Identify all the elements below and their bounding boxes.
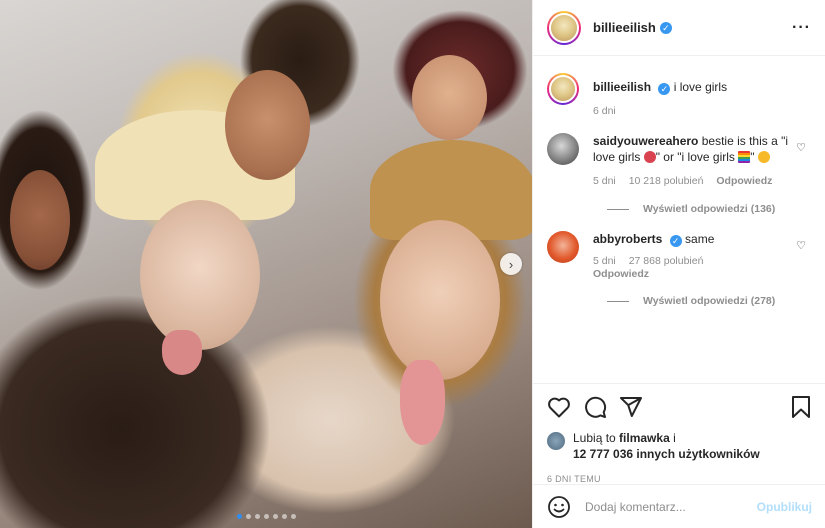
reply-button[interactable]: Odpowiedz bbox=[593, 268, 649, 280]
photo-detail bbox=[10, 170, 70, 270]
photo-detail bbox=[412, 55, 487, 140]
photo-detail bbox=[225, 70, 310, 180]
reply-button[interactable]: Odpowiedz bbox=[716, 175, 772, 187]
likes-prefix: Lubią to bbox=[573, 431, 616, 445]
comment-text: same bbox=[685, 232, 715, 246]
smiley-icon[interactable] bbox=[547, 495, 571, 519]
post-side-panel: billieeilish ✓ ··· billieeilish ✓ i love… bbox=[532, 0, 825, 528]
liker-username[interactable]: filmawka bbox=[619, 431, 670, 445]
carousel-dot bbox=[263, 514, 269, 519]
avatar[interactable] bbox=[547, 231, 579, 263]
post-actions: Lubią to filmawka i 12 777 036 innych uż… bbox=[533, 383, 825, 484]
comments-list[interactable]: billieeilish ✓ i love girls 6 dni saidyo… bbox=[533, 57, 825, 382]
chevron-right-icon: › bbox=[508, 256, 514, 272]
photo-detail bbox=[140, 200, 260, 350]
photo-detail bbox=[162, 330, 202, 375]
more-options-icon[interactable]: ··· bbox=[792, 19, 811, 37]
comment-likes[interactable]: 27 868 polubień bbox=[629, 255, 704, 267]
likes-conjunction: i bbox=[673, 431, 676, 445]
carousel-dot bbox=[245, 514, 251, 519]
post-time[interactable]: 6 DNI TEMU bbox=[547, 474, 812, 484]
verified-badge-icon: ✓ bbox=[669, 235, 682, 247]
carousel-dot bbox=[236, 514, 242, 519]
bookmark-icon[interactable] bbox=[790, 395, 812, 419]
heart-icon[interactable] bbox=[547, 396, 571, 418]
verified-badge-icon: ✓ bbox=[658, 83, 671, 95]
carousel-indicator bbox=[0, 514, 532, 519]
likes-summary[interactable]: Lubią to filmawka i 12 777 036 innych uż… bbox=[547, 430, 812, 462]
author-username[interactable]: billieeilish bbox=[593, 20, 656, 35]
heart-icon[interactable]: ♡ bbox=[796, 239, 806, 252]
post-header: billieeilish ✓ ··· bbox=[533, 0, 825, 56]
photo-detail bbox=[400, 360, 445, 445]
publish-button[interactable]: Opublikuj bbox=[757, 500, 812, 514]
comment-likes[interactable]: 10 218 polubień bbox=[629, 175, 704, 187]
caption-username[interactable]: billieeilish bbox=[593, 80, 651, 94]
likes-others[interactable]: 12 777 036 innych użytkowników bbox=[573, 447, 760, 461]
carousel-dot bbox=[272, 514, 278, 519]
comment-icon[interactable] bbox=[583, 395, 607, 419]
comment-username[interactable]: saidyouwereahero bbox=[593, 134, 698, 148]
view-replies-button[interactable]: Wyświetl odpowiedzi (278) bbox=[607, 295, 812, 307]
carousel-dot bbox=[290, 514, 296, 519]
comment-time[interactable]: 5 dni bbox=[593, 175, 616, 187]
view-replies-button[interactable]: Wyświetl odpowiedzi (136) bbox=[607, 203, 812, 215]
comment-username[interactable]: abbyroberts bbox=[593, 232, 662, 246]
caption-text: i love girls bbox=[673, 80, 728, 94]
comment-item: abbyroberts ✓ same 5 dni 27 868 polubień… bbox=[547, 231, 812, 281]
carousel-dot bbox=[281, 514, 287, 519]
comment-time[interactable]: 5 dni bbox=[593, 255, 616, 267]
next-slide-button[interactable]: › bbox=[500, 253, 522, 275]
add-comment-bar: Opublikuj bbox=[533, 484, 825, 528]
avatar[interactable] bbox=[547, 10, 581, 45]
carousel-dot bbox=[254, 514, 260, 519]
rainbow-flag-emoji-icon bbox=[738, 151, 751, 163]
lips-emoji-icon bbox=[643, 151, 656, 163]
avatar[interactable] bbox=[547, 432, 565, 450]
share-icon[interactable] bbox=[619, 395, 643, 419]
avatar[interactable] bbox=[547, 133, 579, 165]
heart-icon[interactable]: ♡ bbox=[796, 141, 806, 154]
photo-detail bbox=[380, 220, 500, 380]
verified-badge-icon: ✓ bbox=[659, 21, 672, 34]
comment-item: saidyouwereahero bestie is this a "i lov… bbox=[547, 133, 812, 189]
avatar[interactable] bbox=[547, 73, 579, 105]
caption: billieeilish ✓ i love girls 6 dni bbox=[547, 73, 812, 119]
post-photo[interactable]: › bbox=[0, 0, 532, 528]
face-emoji-icon bbox=[757, 151, 770, 163]
comment-input[interactable] bbox=[585, 499, 757, 514]
caption-time[interactable]: 6 dni bbox=[593, 105, 616, 117]
